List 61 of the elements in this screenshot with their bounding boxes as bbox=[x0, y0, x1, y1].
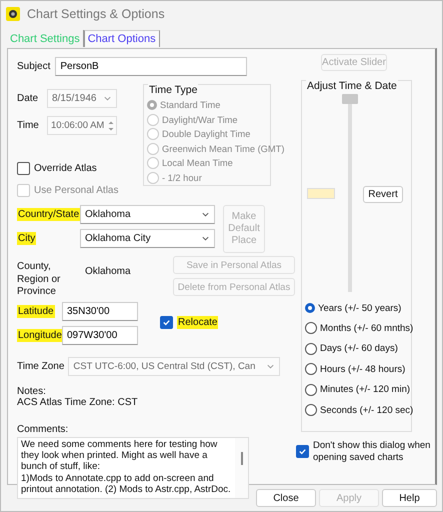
value-field[interactable] bbox=[307, 188, 335, 199]
field-label: Longitude bbox=[17, 328, 63, 342]
slider-thumb[interactable] bbox=[342, 94, 358, 104]
radio-label: Months (+/- 60 mnths) bbox=[320, 322, 414, 334]
scrollbar-thumb[interactable] bbox=[240, 452, 242, 464]
field-label: Time bbox=[17, 120, 40, 131]
field-label: Subject bbox=[17, 61, 50, 72]
radio-button[interactable] bbox=[305, 363, 317, 375]
checkbox[interactable] bbox=[17, 162, 30, 174]
chevron-down-icon bbox=[103, 94, 112, 103]
county-value: Oklahoma bbox=[85, 266, 132, 279]
group-title: Adjust Time & Date bbox=[306, 80, 398, 92]
app-icon bbox=[6, 7, 20, 21]
spinner-icon bbox=[107, 118, 115, 132]
checkbox-label: Use Personal Atlas bbox=[34, 184, 118, 196]
radio-button[interactable] bbox=[305, 303, 315, 313]
radio-label: Hours (+/- 48 hours) bbox=[320, 364, 406, 374]
dropdown[interactable]: Oklahoma City bbox=[80, 229, 215, 248]
radio-label: Double Daylight Time bbox=[162, 129, 250, 140]
field-label: Date bbox=[17, 93, 40, 104]
dialog-button[interactable]: Help bbox=[382, 489, 437, 507]
radio-label: Daylight/War Time bbox=[162, 114, 238, 125]
checkbox-label: Don't show this dialog when opening saved charts bbox=[313, 440, 432, 464]
radio-label: Local Mean Time bbox=[162, 158, 233, 168]
radio-button[interactable] bbox=[305, 404, 317, 416]
checkbox-label: Override Atlas bbox=[34, 162, 97, 174]
radio-label: - 1/2 hour bbox=[162, 172, 202, 183]
radio-button[interactable] bbox=[305, 342, 317, 354]
checkbox[interactable] bbox=[296, 445, 309, 458]
latitude-field[interactable]: 35N30'00 bbox=[62, 302, 138, 320]
dialog-button[interactable]: Close bbox=[256, 489, 316, 507]
check-icon bbox=[162, 318, 171, 326]
comments-label: Comments: bbox=[17, 424, 70, 434]
field-label: County, Region or Province bbox=[17, 261, 62, 298]
radio-label: Days (+/- 60 days) bbox=[320, 343, 398, 354]
check-icon bbox=[298, 447, 307, 456]
dropdown[interactable]: Oklahoma bbox=[80, 205, 215, 224]
radio-button[interactable] bbox=[305, 322, 317, 334]
comments-field[interactable]: We need some comments here for testing how they look when printed. Might as well have a bunch of stuff, like: 1)Mods to Annotate.cpp to add on-screen and printout annotation. (2) Mods to Astr.cpp, AstrDoc. bbox=[17, 436, 249, 498]
window-title: Chart Settings & Options bbox=[27, 7, 165, 21]
radio-label: Seconds (+/- 120 sec) bbox=[320, 404, 414, 416]
revert-button[interactable]: Revert bbox=[363, 186, 403, 203]
tab[interactable]: Chart Options bbox=[84, 30, 160, 47]
notes-label: Notes: bbox=[17, 386, 47, 396]
radio-label: Standard Time bbox=[160, 100, 220, 110]
chevron-down-icon bbox=[201, 210, 210, 219]
chevron-down-icon bbox=[201, 234, 210, 243]
field-label: City bbox=[17, 232, 36, 245]
field-label: Country/State bbox=[17, 208, 80, 221]
radio-label: Years (+/- 50 years) bbox=[318, 302, 402, 314]
field-label: Latitude bbox=[17, 304, 55, 318]
notes-text: ACS Atlas Time Zone: CST bbox=[17, 396, 139, 408]
radio-label: Greenwich Mean Time (GMT) bbox=[162, 144, 284, 154]
checkbox[interactable] bbox=[160, 316, 173, 328]
longitude-field[interactable]: 097W30'00 bbox=[62, 326, 138, 344]
subject-field[interactable]: PersonB bbox=[55, 57, 248, 76]
radio-button[interactable] bbox=[305, 384, 317, 396]
field-label: Time Zone bbox=[17, 360, 64, 372]
checkbox-label: Relocate bbox=[177, 316, 218, 328]
group-title: Time Type bbox=[148, 84, 198, 96]
radio-label: Minutes (+/- 120 min) bbox=[320, 384, 410, 395]
